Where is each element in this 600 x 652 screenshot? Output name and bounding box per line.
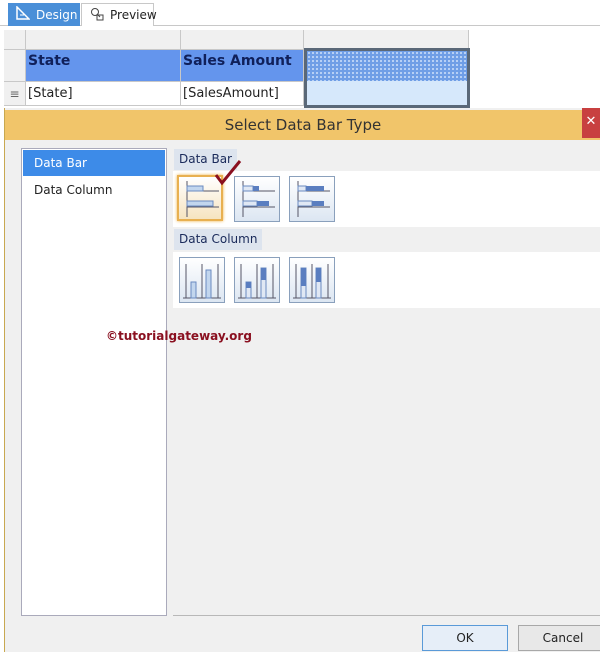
data-cell-sales-amount[interactable]: [SalesAmount] [181, 82, 304, 106]
data-bar-option-2[interactable] [234, 176, 280, 222]
divider [173, 615, 600, 616]
row-handle[interactable]: ≡ [4, 82, 26, 106]
tab-design[interactable]: Design [8, 3, 80, 26]
column-handle[interactable] [304, 30, 469, 50]
ok-button[interactable]: OK [422, 625, 508, 651]
category-list: Data Bar Data Column [21, 148, 167, 616]
section-header-data-column: Data Column [174, 229, 263, 250]
data-bar-option-1[interactable] [177, 160, 242, 221]
tab-label: Design [36, 7, 78, 22]
tab-strip: Design Preview [0, 0, 600, 26]
dialog-title: Select Data Bar Type [5, 110, 600, 140]
column-handle[interactable] [181, 30, 304, 50]
data-bar-options [173, 160, 600, 227]
header-cell-state[interactable]: State [26, 50, 181, 82]
tab-preview[interactable]: Preview [81, 3, 157, 26]
preview-icon [90, 7, 104, 24]
cancel-button[interactable]: Cancel [518, 625, 600, 651]
data-column-options [173, 252, 600, 308]
header-cell-sales-amount[interactable]: Sales Amount [181, 50, 304, 82]
tab-label: Preview [110, 8, 157, 22]
data-cell-state[interactable]: [State] [26, 82, 181, 106]
selection-pattern [307, 51, 467, 81]
column-handle[interactable] [26, 30, 181, 50]
category-data-bar[interactable]: Data Bar [23, 150, 165, 176]
data-bar-option-3[interactable] [289, 176, 335, 222]
data-column-option-1[interactable] [179, 257, 225, 303]
select-data-bar-type-dialog: Select Data Bar Type ✕ Data Bar Data Col… [4, 108, 600, 652]
category-data-column[interactable]: Data Column [23, 177, 165, 203]
corner-handle[interactable] [4, 30, 26, 50]
close-button[interactable]: ✕ [582, 108, 600, 138]
data-column-option-2[interactable] [234, 257, 280, 303]
selected-cell[interactable] [304, 48, 470, 108]
data-column-option-3[interactable] [289, 257, 335, 303]
row-handle[interactable] [4, 50, 26, 82]
watermark: ©tutorialgateway.org [106, 329, 252, 343]
tablix: ≡ State Sales Amount [State] [SalesAmoun… [4, 30, 470, 108]
design-icon [16, 5, 31, 23]
